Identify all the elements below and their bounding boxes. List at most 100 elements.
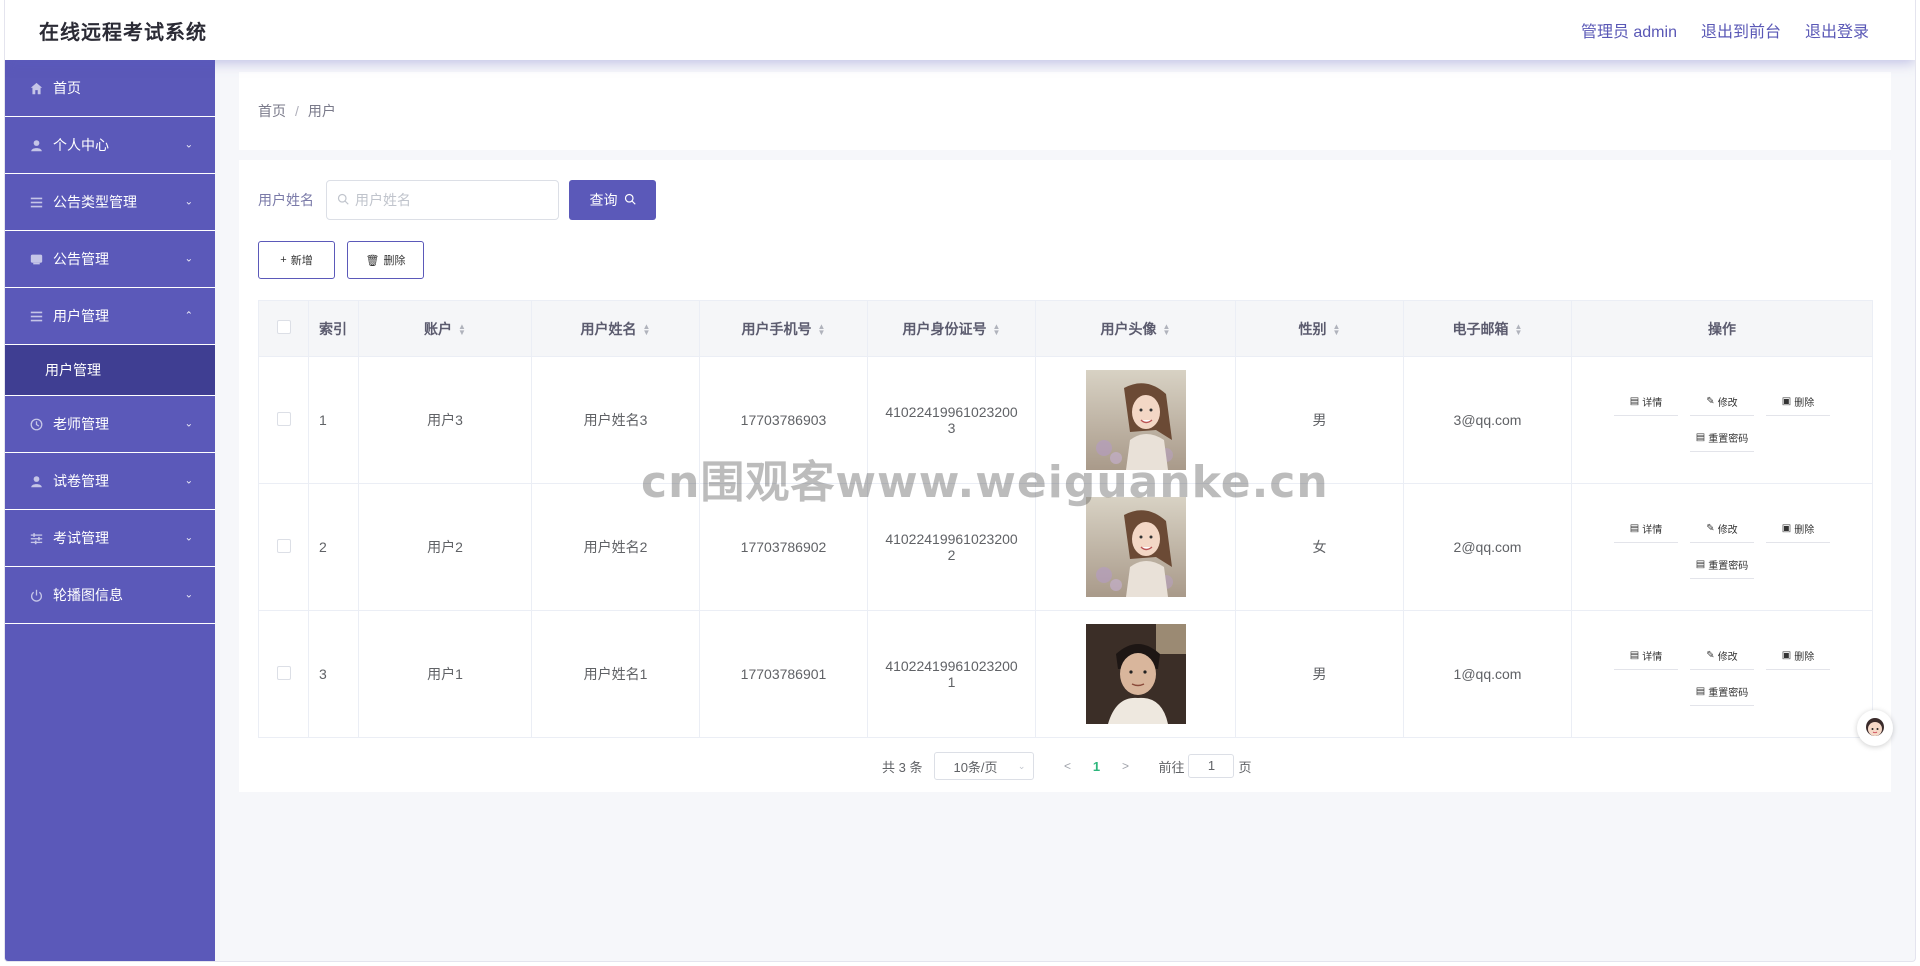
idcard-line1: 41022419961023200 xyxy=(885,404,1018,420)
delete-label: 删除 xyxy=(1794,652,1815,663)
sidebar-item-exam[interactable]: 考试管理 ⌄ xyxy=(5,510,215,567)
user-icon xyxy=(29,474,43,488)
col-account[interactable]: 账户 ▲ ▼ xyxy=(358,300,532,357)
cell-email: 3@qq.com xyxy=(1403,356,1572,484)
reset-password-button[interactable]: ▤ 重置密码 xyxy=(1689,424,1755,452)
search-icon xyxy=(337,192,349,208)
next-page-button[interactable]: > xyxy=(1110,759,1140,773)
reset-password-button[interactable]: ▤ 重置密码 xyxy=(1689,678,1755,706)
sort-icon[interactable]: ▲ ▼ xyxy=(1333,322,1341,336)
sort-icon[interactable]: ▲ ▼ xyxy=(643,322,651,336)
delete-button[interactable]: ▣ 删除 xyxy=(1766,642,1830,670)
sort-icon[interactable]: ▲ ▼ xyxy=(1163,322,1171,336)
search-placeholder: 用户姓名 xyxy=(355,192,411,208)
search-input[interactable]: 用户姓名 xyxy=(326,180,559,220)
sidebar-item-user-management[interactable]: 用户管理 ⌃ xyxy=(5,288,215,345)
logout-link[interactable]: 退出登录 xyxy=(1805,18,1869,42)
sort-icon[interactable]: ▲ ▼ xyxy=(818,322,826,336)
detail-label: 详情 xyxy=(1642,652,1663,663)
power-icon xyxy=(29,588,43,602)
page-number-current[interactable]: 1 xyxy=(1082,759,1110,774)
sidebar-item-notice-type[interactable]: 公告类型管理 ⌄ xyxy=(5,174,215,231)
col-avatar-label: 用户头像 xyxy=(1100,320,1157,337)
sidebar-item-label: 考试管理 xyxy=(53,530,109,546)
select-all-checkbox[interactable] xyxy=(276,320,291,334)
doc-icon: ▤ xyxy=(1629,523,1640,534)
batch-delete-label: 删除 xyxy=(383,255,406,267)
col-idcard-label: 用户身份证号 xyxy=(902,320,987,337)
row-checkbox[interactable] xyxy=(276,665,291,680)
doc-icon: ▤ xyxy=(1629,396,1640,407)
add-button-label: 新增 xyxy=(290,255,313,267)
trash-icon: ▣ xyxy=(1781,650,1792,661)
assistant-avatar-button[interactable] xyxy=(1857,710,1893,746)
pencil-icon: ✎ xyxy=(1706,523,1715,534)
row-checkbox[interactable] xyxy=(276,538,291,553)
delete-label: 删除 xyxy=(1794,525,1815,536)
table-body: 1 用户3 用户姓名3 17703786903 41022419961023200 3 男 3… xyxy=(258,356,1873,738)
cell-email: 2@qq.com xyxy=(1403,483,1572,611)
sort-icon[interactable]: ▲ ▼ xyxy=(458,322,466,336)
detail-button[interactable]: ▤ 详情 xyxy=(1614,642,1678,670)
cell-index: 2 xyxy=(308,483,359,611)
list-icon xyxy=(29,195,43,209)
cell-index: 1 xyxy=(308,356,359,484)
trash-icon: 🗑 xyxy=(365,254,380,267)
page-size-select[interactable]: 10条/页 ⌄ xyxy=(934,752,1035,780)
sidebar-item-carousel[interactable]: 轮播图信息 ⌄ xyxy=(5,567,215,624)
pencil-icon: ✎ xyxy=(1706,396,1715,407)
col-name[interactable]: 用户姓名 ▲ ▼ xyxy=(531,300,700,357)
sidebar-subitem-user-management[interactable]: 用户管理 xyxy=(5,345,215,396)
idcard-line2: 2 xyxy=(947,547,956,563)
cell-account: 用户3 xyxy=(358,356,532,484)
trash-icon: ▣ xyxy=(1781,523,1792,534)
sidebar-item-home[interactable]: 首页 xyxy=(5,60,215,117)
edit-button[interactable]: ✎ 修改 xyxy=(1690,515,1754,543)
admin-label[interactable]: 管理员 admin xyxy=(1581,18,1677,42)
sidebar-item-teacher[interactable]: 老师管理 ⌄ xyxy=(5,396,215,453)
edit-button[interactable]: ✎ 修改 xyxy=(1690,642,1754,670)
sidebar-item-label: 试卷管理 xyxy=(53,473,109,489)
cell-ops: ▤ 详情 ✎ 修改 ▣ 删除 ▤ 重置密码 xyxy=(1571,356,1873,484)
breadcrumb-home[interactable]: 首页 xyxy=(258,101,286,121)
sort-icon[interactable]: ▲ ▼ xyxy=(1515,322,1523,336)
sidebar-item-paper[interactable]: 试卷管理 ⌄ xyxy=(5,453,215,510)
col-avatar[interactable]: 用户头像 ▲ ▼ xyxy=(1035,300,1236,357)
delete-button[interactable]: ▣ 删除 xyxy=(1766,515,1830,543)
col-email[interactable]: 电子邮箱 ▲ ▼ xyxy=(1403,300,1572,357)
query-button[interactable]: 查询 xyxy=(569,180,656,220)
sort-icon[interactable]: ▲ ▼ xyxy=(993,322,1001,336)
sidebar-item-personal-center[interactable]: 个人中心 ⌄ xyxy=(5,117,215,174)
user-table: 索引 账户 ▲ ▼ 用户姓名 ▲ ▼ 用户手机号 ▲ ▼ 用户身份证号 ▲ ▼ 用户头像 ▲ ▼ 性… xyxy=(258,300,1873,738)
sidebar-item-label: 公告类型管理 xyxy=(53,194,137,210)
row-checkbox[interactable] xyxy=(276,411,291,426)
add-button[interactable]: + 新增 xyxy=(258,241,335,279)
col-name-label: 用户姓名 xyxy=(580,320,637,337)
detail-button[interactable]: ▤ 详情 xyxy=(1614,388,1678,416)
boy-photo xyxy=(1085,624,1186,724)
row-actions: ▤ 详情 ✎ 修改 ▣ 删除 ▤ 重置密码 xyxy=(1612,388,1832,452)
row-select-cell xyxy=(258,610,309,738)
col-gender[interactable]: 性别 ▲ ▼ xyxy=(1235,300,1404,357)
list-icon xyxy=(29,309,43,323)
doc-icon: ▤ xyxy=(1695,559,1706,570)
sidebar-item-notice[interactable]: 公告管理 ⌄ xyxy=(5,231,215,288)
edit-label: 修改 xyxy=(1717,652,1738,663)
batch-delete-button[interactable]: 🗑 删除 xyxy=(347,241,424,279)
col-phone[interactable]: 用户手机号 ▲ ▼ xyxy=(699,300,868,357)
exit-to-front-link[interactable]: 退出到前台 xyxy=(1701,18,1781,42)
app-frame: 在线远程考试系统 管理员 admin 退出到前台 退出登录 首页 个人中心 ⌄ … xyxy=(4,0,1916,962)
col-idcard[interactable]: 用户身份证号 ▲ ▼ xyxy=(867,300,1036,357)
idcard-line2: 3 xyxy=(947,420,956,436)
action-buttons: + 新增 🗑 删除 xyxy=(258,241,424,279)
watermark: cn围观客www.weiguanke.cn xyxy=(641,457,1329,508)
detail-button[interactable]: ▤ 详情 xyxy=(1614,515,1678,543)
breadcrumb: 首页 / 用户 xyxy=(239,72,1891,150)
reset-password-button[interactable]: ▤ 重置密码 xyxy=(1689,551,1755,579)
sidebar-item-label: 公告管理 xyxy=(53,251,109,267)
delete-button[interactable]: ▣ 删除 xyxy=(1766,388,1830,416)
sidebar-item-label: 首页 xyxy=(53,80,81,96)
prev-page-button[interactable]: < xyxy=(1052,759,1082,773)
goto-page-input[interactable]: 1 xyxy=(1188,754,1235,778)
edit-button[interactable]: ✎ 修改 xyxy=(1690,388,1754,416)
